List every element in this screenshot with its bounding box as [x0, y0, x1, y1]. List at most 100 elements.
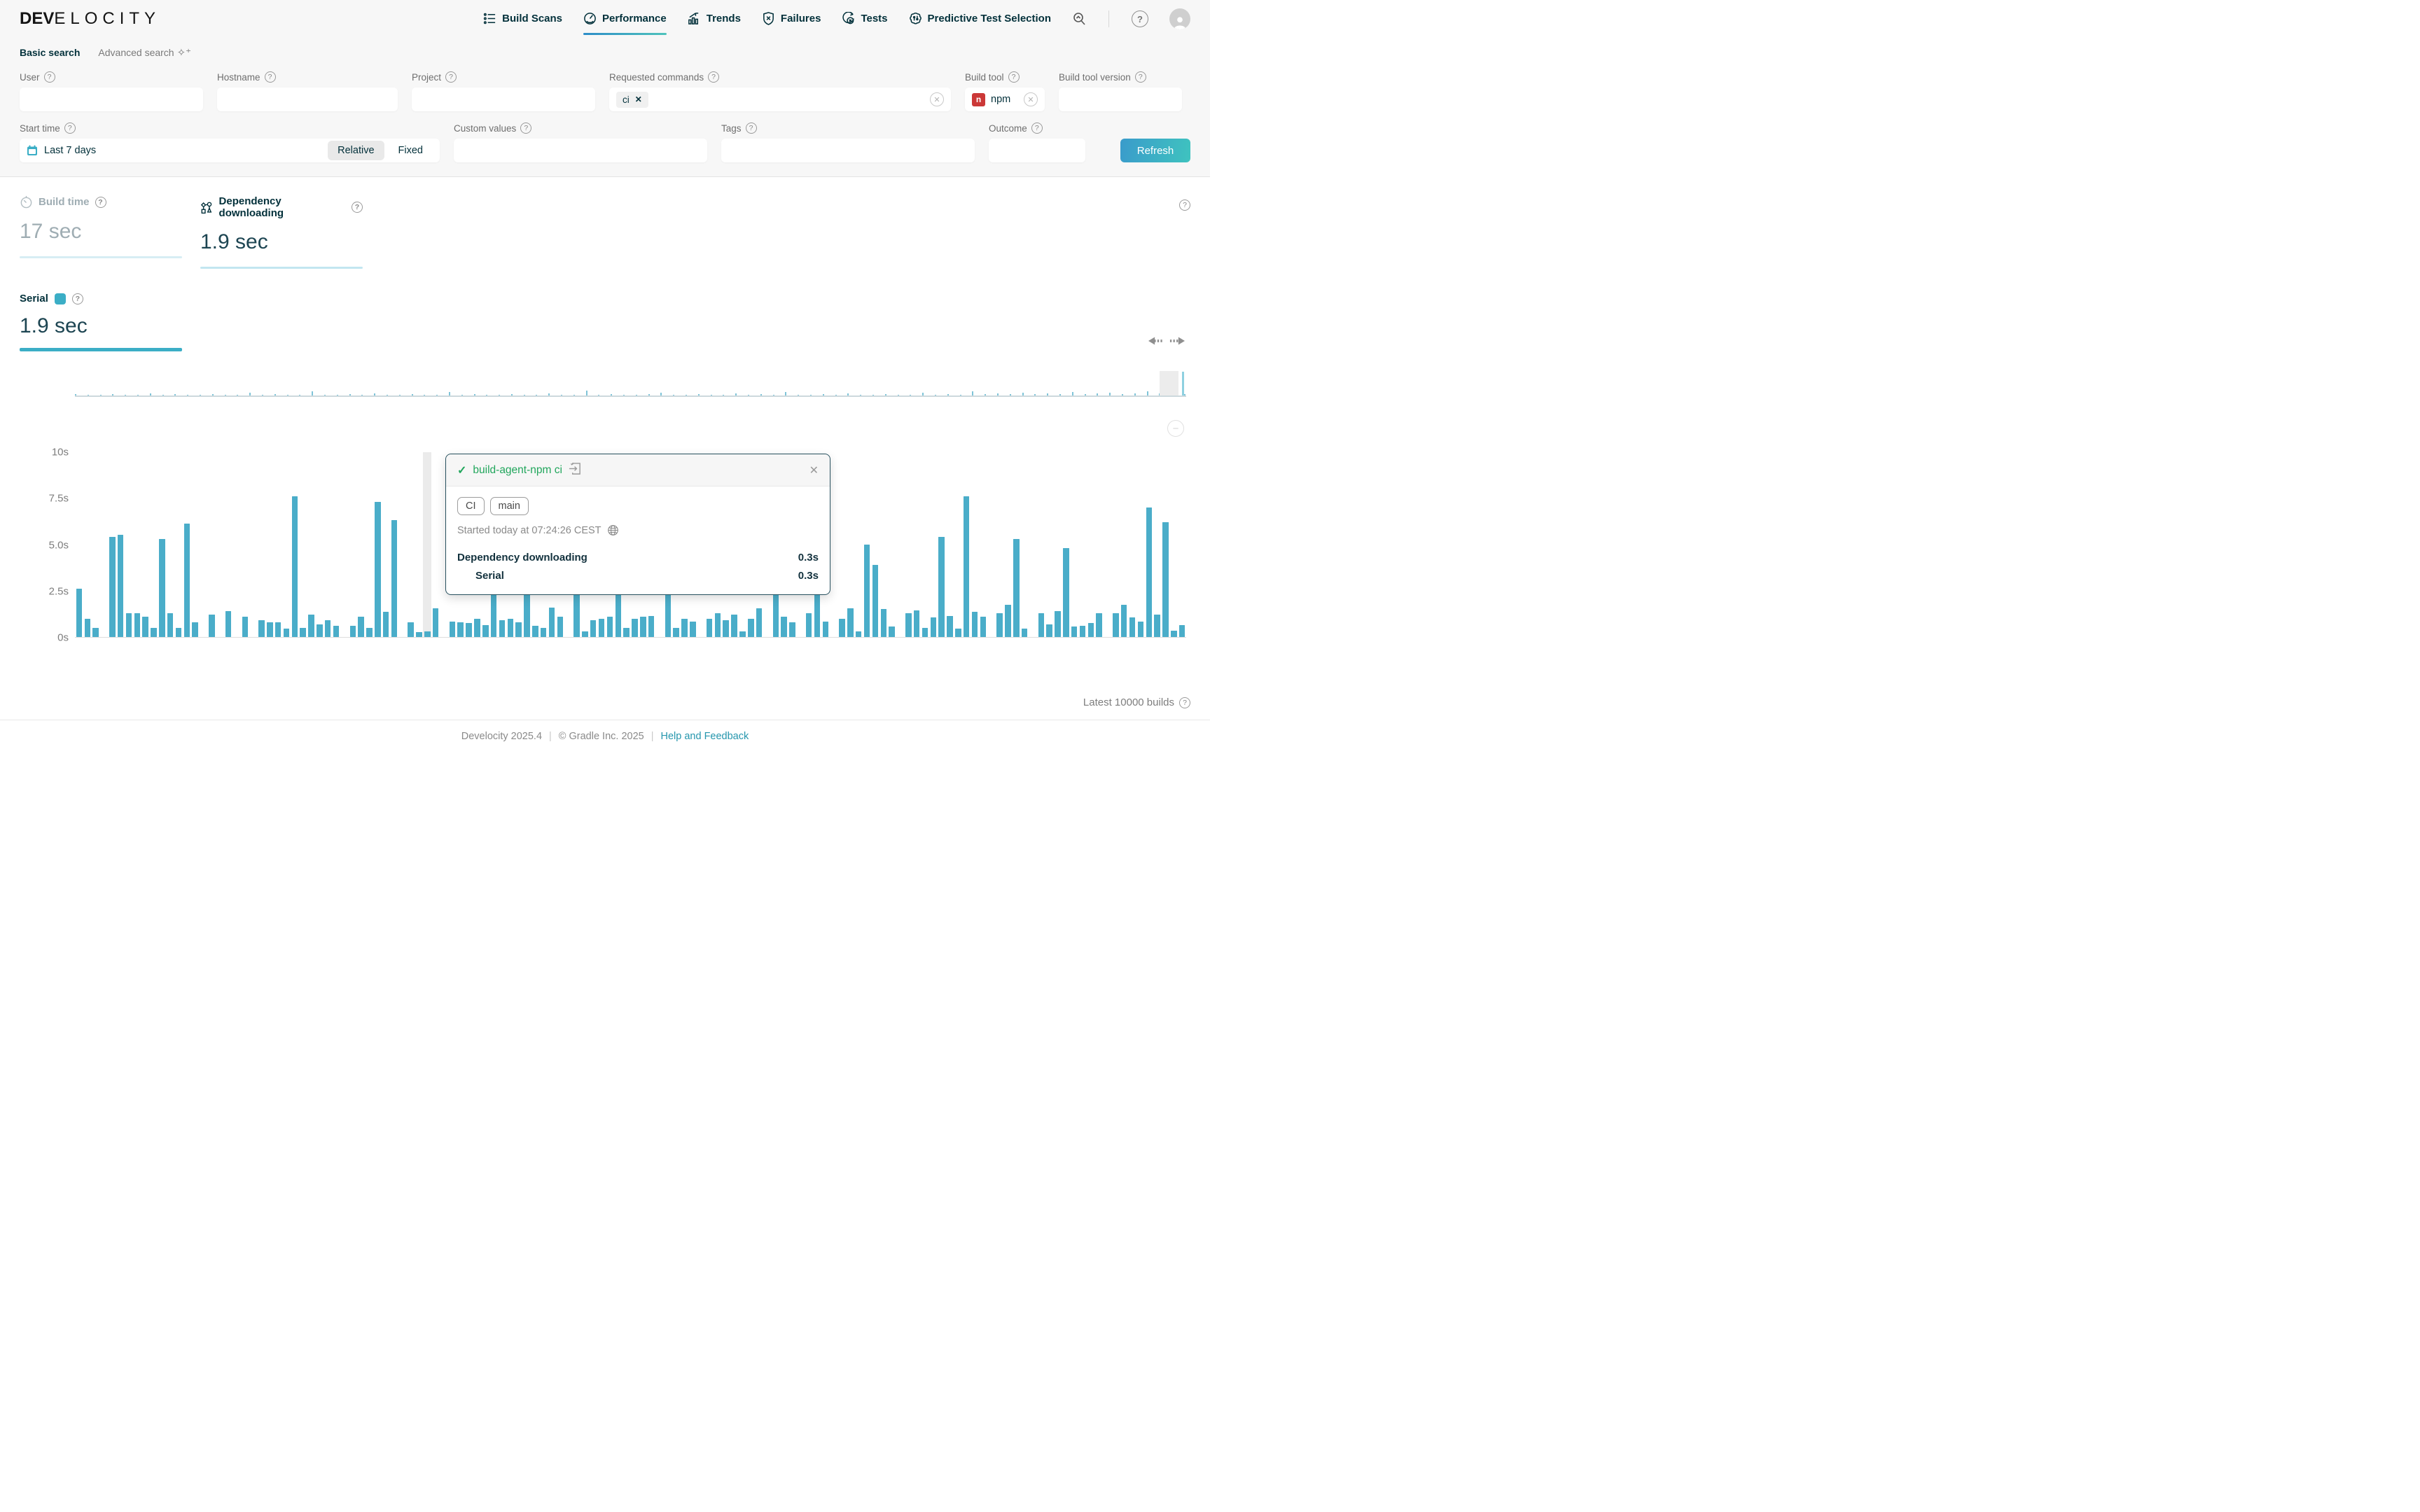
- build-duration-bar[interactable]: [806, 613, 812, 638]
- build-bar-slot[interactable]: [946, 452, 954, 637]
- hostname-input[interactable]: [217, 88, 398, 111]
- build-bar-slot[interactable]: [938, 452, 946, 637]
- build-bar-slot[interactable]: [1136, 452, 1145, 637]
- build-duration-bar[interactable]: [1038, 613, 1045, 638]
- build-duration-bar[interactable]: [515, 622, 522, 637]
- build-bar-slot[interactable]: [183, 452, 191, 637]
- command-chip[interactable]: ci✕: [616, 92, 648, 108]
- build-duration-bar[interactable]: [1022, 629, 1028, 637]
- build-duration-bar[interactable]: [938, 537, 945, 637]
- build-bar-slot[interactable]: [954, 452, 962, 637]
- build-duration-bar[interactable]: [856, 631, 862, 637]
- build-bar-slot[interactable]: [830, 452, 838, 637]
- build-bar-slot[interactable]: [92, 452, 100, 637]
- build-bar-slot[interactable]: [208, 452, 216, 637]
- build-duration-bar[interactable]: [1080, 626, 1086, 637]
- build-tool-clear-icon[interactable]: ✕: [1024, 92, 1038, 106]
- build-duration-bar[interactable]: [176, 628, 182, 637]
- develocity-logo[interactable]: DEVELOCITY: [20, 9, 160, 29]
- build-duration-bar[interactable]: [1088, 623, 1094, 637]
- build-duration-bar[interactable]: [508, 619, 514, 638]
- build-bar-slot[interactable]: [307, 452, 316, 637]
- build-bar-slot[interactable]: [100, 452, 109, 637]
- build-duration-bar[interactable]: [482, 625, 489, 637]
- outcome-help-icon[interactable]: ?: [1031, 122, 1043, 134]
- build-bar-slot[interactable]: [382, 452, 390, 637]
- build-duration-bar[interactable]: [192, 622, 198, 637]
- build-bar-slot[interactable]: [1104, 452, 1112, 637]
- build-duration-bar[interactable]: [881, 609, 887, 637]
- build-duration-bar[interactable]: [632, 619, 638, 638]
- build-duration-bar[interactable]: [599, 619, 605, 638]
- build-bar-slot[interactable]: [838, 452, 847, 637]
- build-duration-bar[interactable]: [317, 624, 323, 638]
- build-duration-bar[interactable]: [85, 619, 91, 638]
- build-duration-bar[interactable]: [457, 622, 464, 637]
- build-duration-bar[interactable]: [76, 589, 83, 637]
- build-duration-bar[interactable]: [1129, 617, 1136, 637]
- build-duration-bar[interactable]: [366, 628, 373, 637]
- build-duration-bar[interactable]: [872, 565, 879, 637]
- build-bar-slot[interactable]: [407, 452, 415, 637]
- build-bar-slot[interactable]: [1120, 452, 1128, 637]
- build-duration-bar[interactable]: [648, 616, 655, 638]
- build-duration-bar[interactable]: [350, 626, 356, 637]
- build-duration-bar[interactable]: [914, 610, 920, 637]
- tab-advanced-search[interactable]: Advanced search✧⁺: [98, 46, 191, 59]
- build-bar-slot[interactable]: [274, 452, 282, 637]
- outcome-input[interactable]: [989, 139, 1085, 162]
- nav-tests[interactable]: Tests: [842, 12, 887, 27]
- build-bar-slot[interactable]: [879, 452, 888, 637]
- build-duration-bar[interactable]: [541, 628, 547, 637]
- build-bar-slot[interactable]: [1169, 452, 1178, 637]
- build-bar-slot[interactable]: [315, 452, 324, 637]
- build-duration-bar[interactable]: [731, 615, 737, 637]
- serial-help-icon[interactable]: ?: [72, 293, 83, 304]
- build-duration-bar[interactable]: [1138, 622, 1144, 638]
- search-builds-button[interactable]: [1072, 12, 1086, 26]
- build-time-metric[interactable]: Build time ? 17 sec: [20, 195, 182, 269]
- build-duration-bar[interactable]: [789, 622, 795, 637]
- build-bar-slot[interactable]: [1145, 452, 1153, 637]
- build-bar-slot[interactable]: [1070, 452, 1078, 637]
- build-duration-bar[interactable]: [325, 620, 331, 637]
- build-duration-bar[interactable]: [466, 623, 472, 637]
- build-duration-bar[interactable]: [225, 611, 232, 637]
- globe-icon[interactable]: [607, 524, 619, 536]
- tags-input[interactable]: [721, 139, 975, 162]
- close-icon[interactable]: ✕: [809, 463, 819, 477]
- zoom-out-button[interactable]: −: [1167, 420, 1184, 437]
- build-duration-bar[interactable]: [474, 619, 480, 638]
- build-duration-bar[interactable]: [839, 619, 845, 638]
- build-bar-slot[interactable]: [987, 452, 996, 637]
- build-bar-slot[interactable]: [1004, 452, 1013, 637]
- build-duration-bar[interactable]: [1096, 613, 1102, 638]
- build-duration-bar[interactable]: [358, 617, 364, 637]
- build-bar-slot[interactable]: [83, 452, 92, 637]
- build-time-help-icon[interactable]: ?: [95, 197, 106, 208]
- build-duration-bar[interactable]: [416, 632, 422, 637]
- build-duration-bar[interactable]: [383, 612, 389, 637]
- pan-left-icon[interactable]: [1148, 336, 1164, 346]
- build-bar-slot[interactable]: [1029, 452, 1037, 637]
- build-bar-slot[interactable]: [971, 452, 979, 637]
- build-duration-bar[interactable]: [92, 628, 99, 637]
- build-duration-bar[interactable]: [864, 545, 870, 638]
- build-bar-slot[interactable]: [332, 452, 340, 637]
- build-bar-slot[interactable]: [133, 452, 141, 637]
- help-and-feedback-link[interactable]: Help and Feedback: [661, 731, 749, 742]
- build-duration-bar[interactable]: [549, 608, 555, 637]
- help-button[interactable]: ?: [1132, 10, 1148, 27]
- pan-right-icon[interactable]: [1169, 336, 1185, 346]
- build-duration-bar[interactable]: [673, 628, 679, 637]
- build-duration-bar[interactable]: [300, 628, 306, 637]
- project-input[interactable]: [412, 88, 595, 111]
- build-duration-bar[interactable]: [996, 613, 1003, 638]
- tags-help-icon[interactable]: ?: [746, 122, 757, 134]
- latest-builds-help-icon[interactable]: ?: [1179, 697, 1190, 708]
- build-duration-bar[interactable]: [267, 622, 273, 637]
- build-duration-bar[interactable]: [1154, 615, 1160, 637]
- build-bar-slot[interactable]: [398, 452, 407, 637]
- build-bar-slot[interactable]: [846, 452, 854, 637]
- nav-failures[interactable]: Failures: [762, 12, 821, 27]
